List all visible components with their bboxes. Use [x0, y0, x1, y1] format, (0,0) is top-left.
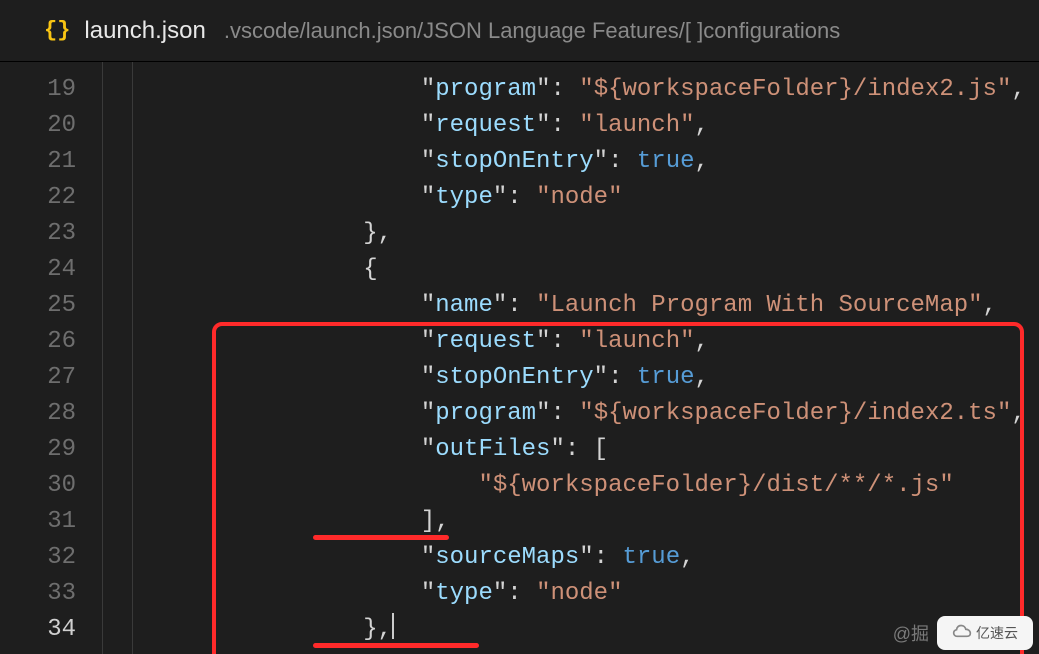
line-number: 23 [0, 216, 88, 252]
code-line[interactable]: "stopOnEntry": true, [248, 360, 1039, 396]
code-line[interactable]: "type": "node" [248, 576, 1039, 612]
code-line[interactable]: "name": "Launch Program With SourceMap", [248, 288, 1039, 324]
line-number-gutter: 19202122232425262728293031323334 [0, 62, 88, 654]
line-number: 24 [0, 252, 88, 288]
line-number: 32 [0, 540, 88, 576]
code-line[interactable]: }, [248, 216, 1039, 252]
code-line[interactable]: "request": "launch", [248, 108, 1039, 144]
line-number: 28 [0, 396, 88, 432]
code-line[interactable]: "outFiles": [ [248, 432, 1039, 468]
line-number: 21 [0, 144, 88, 180]
line-number: 22 [0, 180, 88, 216]
code-line[interactable]: "request": "launch", [248, 324, 1039, 360]
line-number: 19 [0, 72, 88, 108]
line-number: 33 [0, 576, 88, 612]
line-number: 29 [0, 432, 88, 468]
line-number: 31 [0, 504, 88, 540]
code-area[interactable]: "program": "${workspaceFolder}/index2.js… [248, 62, 1039, 654]
line-number: 30 [0, 468, 88, 504]
indent-guides [88, 62, 248, 654]
line-number: 25 [0, 288, 88, 324]
watermark-text: @掘 [893, 620, 929, 646]
text-cursor [392, 613, 394, 639]
code-line[interactable]: "stopOnEntry": true, [248, 144, 1039, 180]
code-line[interactable]: "program": "${workspaceFolder}/index2.ts… [248, 396, 1039, 432]
watermark-logo: 亿速云 [937, 616, 1033, 650]
json-file-icon: {} [44, 18, 70, 43]
breadcrumb[interactable]: .vscode/launch.json/JSON Language Featur… [224, 18, 840, 44]
code-line[interactable]: ], [248, 504, 1039, 540]
editor-tab-bar: {} launch.json .vscode/launch.json/JSON … [0, 0, 1039, 62]
line-number: 27 [0, 360, 88, 396]
code-line[interactable]: "program": "${workspaceFolder}/index2.js… [248, 72, 1039, 108]
code-line[interactable]: "sourceMaps": true, [248, 540, 1039, 576]
code-editor[interactable]: 19202122232425262728293031323334 "progra… [0, 62, 1039, 654]
code-line[interactable]: "type": "node" [248, 180, 1039, 216]
line-number: 34 [0, 612, 88, 648]
watermark-logo-text: 亿速云 [976, 623, 1018, 643]
line-number: 26 [0, 324, 88, 360]
code-line[interactable]: "${workspaceFolder}/dist/**/*.js" [248, 468, 1039, 504]
tab-filename[interactable]: launch.json [84, 17, 205, 45]
code-line[interactable]: { [248, 252, 1039, 288]
line-number: 20 [0, 108, 88, 144]
